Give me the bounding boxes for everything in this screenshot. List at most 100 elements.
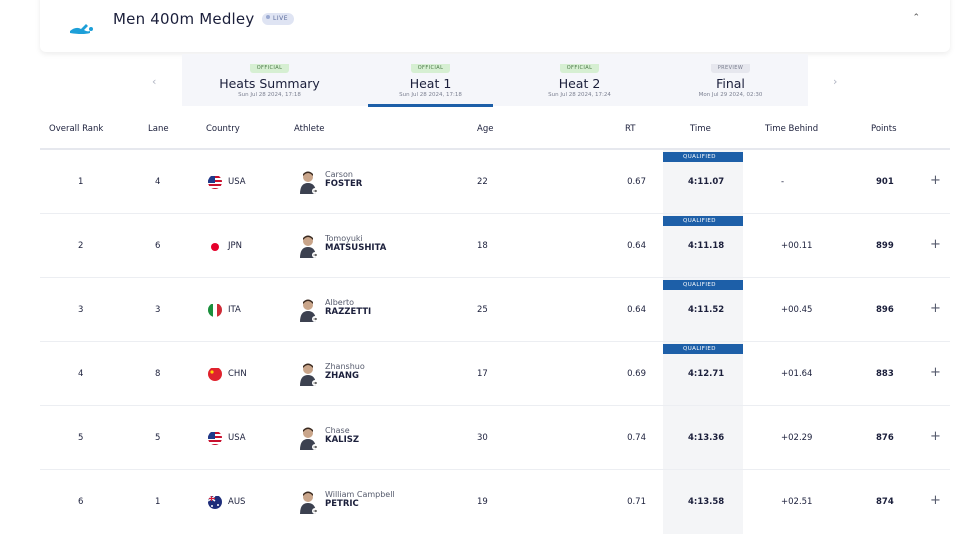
time-cell: 4:12.71 [688, 369, 725, 379]
tab-status-badge: OFFICIAL [559, 64, 600, 73]
time-cell: 4:11.52 [688, 305, 725, 315]
athlete-first-name[interactable]: Alberto [325, 298, 354, 307]
age-cell: 17 [477, 369, 488, 379]
points-cell: 874 [876, 497, 894, 507]
country-cell: AUS [228, 497, 246, 507]
age-cell: 30 [477, 433, 488, 443]
rt-cell: 0.67 [627, 177, 646, 187]
table-row[interactable]: QUALIFIED 3 3 ITA Alberto RAZZETTI 25 0.64 4:11.… [0, 278, 960, 342]
plus-icon[interactable]: + [930, 173, 941, 188]
tab-heat-2[interactable]: OFFICIAL Heat 2 Sun Jul 28 2024, 17:24 [517, 54, 642, 106]
age-cell: 19 [477, 497, 488, 507]
header-time-behind: Time Behind [765, 124, 819, 134]
table-row[interactable]: QUALIFIED 1 4 USA Carson FOSTER 22 0.67 4:11.07 -… [0, 150, 960, 214]
live-dot-icon [266, 15, 270, 19]
age-cell: 18 [477, 241, 488, 251]
points-cell: 896 [876, 305, 894, 315]
athlete-first-name[interactable]: Carson [325, 170, 353, 179]
plus-icon[interactable]: + [930, 237, 941, 252]
chevron-right-icon[interactable]: › [833, 75, 837, 88]
lane-cell: 8 [155, 369, 161, 379]
header-time: Time [690, 124, 711, 134]
active-tab-indicator [368, 104, 493, 107]
tab-date: Sun Jul 28 2024, 17:18 [238, 92, 301, 98]
rt-cell: 0.64 [627, 305, 646, 315]
rt-cell: 0.74 [627, 433, 646, 443]
country-cell: USA [228, 177, 246, 187]
qualified-badge: QUALIFIED [663, 344, 743, 354]
athlete-avatar[interactable] [298, 234, 318, 258]
rt-cell: 0.64 [627, 241, 646, 251]
athlete-last-name[interactable]: RAZZETTI [325, 307, 371, 317]
athlete-last-name[interactable]: ZHANG [325, 371, 359, 381]
lane-cell: 1 [155, 497, 161, 507]
tab-name: Final [716, 76, 745, 91]
athlete-last-name[interactable]: FOSTER [325, 179, 362, 189]
plus-icon[interactable]: + [930, 365, 941, 380]
table-row[interactable]: QUALIFIED 2 6 JPN Tomoyuki MATSUSHITA 18 0.64 4:… [0, 214, 960, 278]
table-row[interactable]: 5 5 USA Chase KALISZ 30 0.74 4:13.36 +02.29 876 + [0, 406, 960, 470]
tab-heat-1[interactable]: OFFICIAL Heat 1 Sun Jul 28 2024, 17:18 [368, 54, 493, 107]
chevron-up-icon[interactable]: ⌃ [912, 13, 920, 23]
flag-icon [208, 175, 222, 189]
tab-final[interactable]: PREVIEW Final Mon Jul 29 2024, 02:30 [668, 54, 793, 106]
tab-status-badge: OFFICIAL [410, 64, 451, 73]
flag-icon [208, 303, 222, 317]
rank-cell: 3 [78, 305, 84, 315]
athlete-last-name[interactable]: PETRIC [325, 499, 359, 509]
header-age: Age [477, 124, 494, 134]
athlete-first-name[interactable]: Zhanshuo [325, 362, 365, 371]
header-athlete: Athlete [294, 124, 325, 134]
swimming-icon [70, 24, 93, 34]
athlete-last-name[interactable]: MATSUSHITA [325, 243, 386, 253]
athlete-first-name[interactable]: Tomoyuki [325, 234, 363, 243]
lane-cell: 5 [155, 433, 161, 443]
plus-icon[interactable]: + [930, 301, 941, 316]
table-row[interactable]: 6 1 AUS William Campbell PETRIC 19 0.71 4:13.58… [0, 470, 960, 534]
rank-cell: 5 [78, 433, 84, 443]
tab-date: Sun Jul 28 2024, 17:24 [548, 92, 611, 98]
header-points: Points [871, 124, 897, 134]
header-lane: Lane [148, 124, 169, 134]
time-behind-cell: +02.29 [781, 433, 813, 443]
athlete-avatar[interactable] [298, 170, 318, 194]
event-header[interactable]: Men 400m Medley LIVE ⌃ [40, 0, 950, 52]
time-behind-cell: +00.11 [781, 241, 813, 251]
time-cell: 4:11.07 [688, 177, 725, 187]
flag-icon [208, 367, 222, 381]
athlete-last-name[interactable]: KALISZ [325, 435, 359, 445]
header-overall-rank: Overall Rank [49, 124, 104, 134]
athlete-avatar[interactable] [298, 298, 318, 322]
athlete-avatar[interactable] [298, 426, 318, 450]
event-title: Men 400m Medley [113, 10, 255, 28]
lane-cell: 4 [155, 177, 161, 187]
country-cell: ITA [228, 305, 241, 315]
athlete-avatar[interactable] [298, 490, 318, 514]
live-label: LIVE [273, 15, 289, 22]
plus-icon[interactable]: + [930, 493, 941, 508]
lane-cell: 3 [155, 305, 161, 315]
tab-name: Heat 2 [558, 76, 601, 91]
rank-cell: 4 [78, 369, 84, 379]
tab-date: Sun Jul 28 2024, 17:18 [399, 92, 462, 98]
time-behind-cell: - [781, 177, 785, 187]
chevron-left-icon[interactable]: ‹ [152, 75, 156, 88]
country-cell: CHN [228, 369, 247, 379]
age-cell: 25 [477, 305, 488, 315]
header-rt: RT [625, 124, 636, 134]
flag-icon [208, 431, 222, 445]
tab-name: Heats Summary [219, 76, 320, 91]
country-cell: JPN [228, 241, 242, 251]
qualified-badge: QUALIFIED [663, 216, 743, 226]
athlete-avatar[interactable] [298, 362, 318, 386]
athlete-first-name[interactable]: William Campbell [325, 490, 395, 499]
tab-status-badge: OFFICIAL [249, 64, 290, 73]
points-cell: 876 [876, 433, 894, 443]
athlete-first-name[interactable]: Chase [325, 426, 350, 435]
tab-heats-summary[interactable]: OFFICIAL Heats Summary Sun Jul 28 2024, … [207, 54, 332, 106]
table-row[interactable]: QUALIFIED 4 8 CHN Zhanshuo ZHANG 17 0.69 4:12.71… [0, 342, 960, 406]
rank-cell: 1 [78, 177, 84, 187]
plus-icon[interactable]: + [930, 429, 941, 444]
tab-status-badge: PREVIEW [710, 64, 751, 73]
rank-cell: 6 [78, 497, 84, 507]
